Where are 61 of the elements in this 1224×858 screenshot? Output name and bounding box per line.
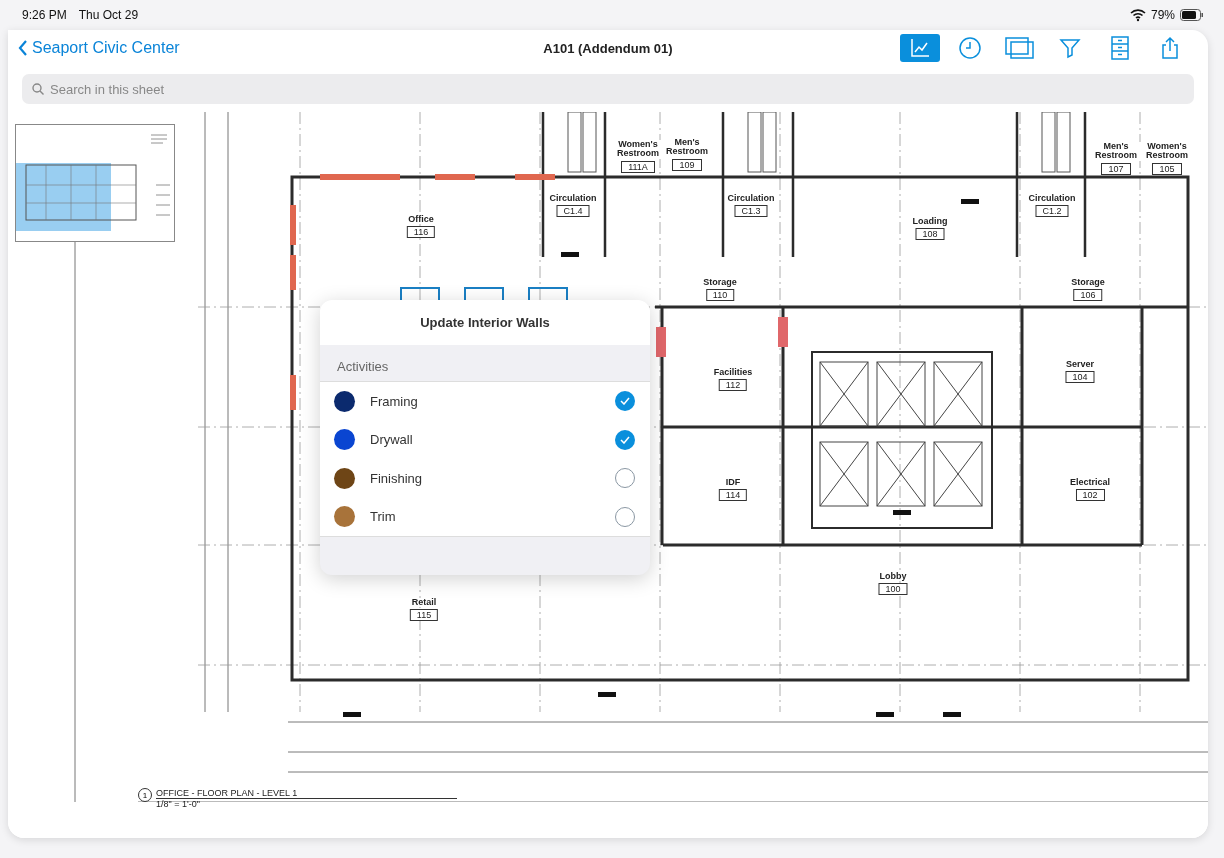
room-name: Circulation bbox=[727, 194, 775, 204]
clock-icon bbox=[958, 36, 982, 60]
drawing-scale: 1/8" = 1'-0" bbox=[156, 799, 201, 809]
battery-percentage: 79% bbox=[1150, 8, 1175, 22]
activity-checkbox[interactable] bbox=[615, 468, 635, 489]
status-date: Thu Oct 29 bbox=[78, 8, 139, 22]
room-name: IDF bbox=[725, 478, 741, 488]
room-name: Server bbox=[1066, 360, 1094, 370]
room-name: Women's Restroom bbox=[1146, 142, 1188, 161]
room-name: Loading bbox=[912, 217, 948, 227]
room-number: 105 bbox=[1152, 162, 1182, 175]
room-number: 100 bbox=[878, 583, 908, 596]
room-name: Storage bbox=[703, 278, 737, 288]
room-number: 106 bbox=[1073, 289, 1103, 302]
room-number: 102 bbox=[1075, 489, 1105, 502]
room-number: 116 bbox=[406, 226, 436, 239]
room-name: Facilities bbox=[713, 368, 753, 378]
room-name: Retail bbox=[411, 598, 437, 608]
room-number: 114 bbox=[718, 489, 748, 502]
popover-title: Update Interior Walls bbox=[320, 300, 650, 345]
activity-checkbox[interactable] bbox=[615, 506, 635, 527]
back-link[interactable]: Seaport Civic Center bbox=[18, 39, 180, 57]
room-name: Circulation bbox=[549, 194, 597, 204]
file-cabinet-icon bbox=[1108, 36, 1132, 60]
room-name: Office bbox=[408, 215, 434, 225]
activity-checkbox[interactable] bbox=[615, 429, 635, 450]
battery-icon bbox=[1180, 9, 1204, 21]
drawing-title: OFFICE - FLOOR PLAN - LEVEL 1 bbox=[156, 788, 458, 799]
room-number: 115 bbox=[409, 609, 439, 622]
room-number: 110 bbox=[705, 289, 735, 302]
wifi-icon bbox=[1129, 8, 1146, 22]
search-field[interactable]: Search in this sheet bbox=[22, 74, 1194, 104]
room-name: Circulation bbox=[1028, 194, 1076, 204]
line-chart-icon bbox=[908, 36, 932, 60]
filter-icon bbox=[1058, 36, 1082, 60]
room-number: 108 bbox=[915, 228, 945, 241]
activity-name: Trim bbox=[370, 509, 397, 525]
room-name: Storage bbox=[1071, 278, 1105, 288]
toolbar-button[interactable] bbox=[900, 34, 940, 62]
room-number: C1.4 bbox=[556, 205, 590, 218]
room-name: Electrical bbox=[1070, 478, 1110, 488]
checkmark-icon bbox=[620, 397, 630, 406]
activity-name: Drywall bbox=[370, 432, 414, 448]
activity-name: Framing bbox=[370, 393, 419, 409]
room-number: 109 bbox=[672, 158, 702, 171]
sheet-thumbnail[interactable] bbox=[15, 124, 175, 242]
status-time: 9:26 PM bbox=[22, 8, 67, 22]
room-number: C1.2 bbox=[1035, 205, 1069, 218]
activity-name: Finishing bbox=[370, 470, 424, 486]
room-number: 111A bbox=[621, 160, 655, 173]
sheet-title: A101 (Addendum 01) bbox=[543, 40, 673, 56]
chevron-left-icon bbox=[18, 40, 28, 56]
room-number: 107 bbox=[1101, 162, 1131, 175]
search-icon bbox=[32, 83, 44, 95]
room-number: 104 bbox=[1065, 371, 1095, 384]
room-number: 112 bbox=[718, 379, 748, 392]
overlapping-rectangles-icon bbox=[1005, 36, 1035, 60]
room-number: C1.3 bbox=[734, 205, 768, 218]
room-name: Lobby bbox=[879, 572, 907, 582]
checkmark-icon bbox=[620, 435, 630, 444]
activity-checkbox[interactable] bbox=[615, 391, 635, 412]
